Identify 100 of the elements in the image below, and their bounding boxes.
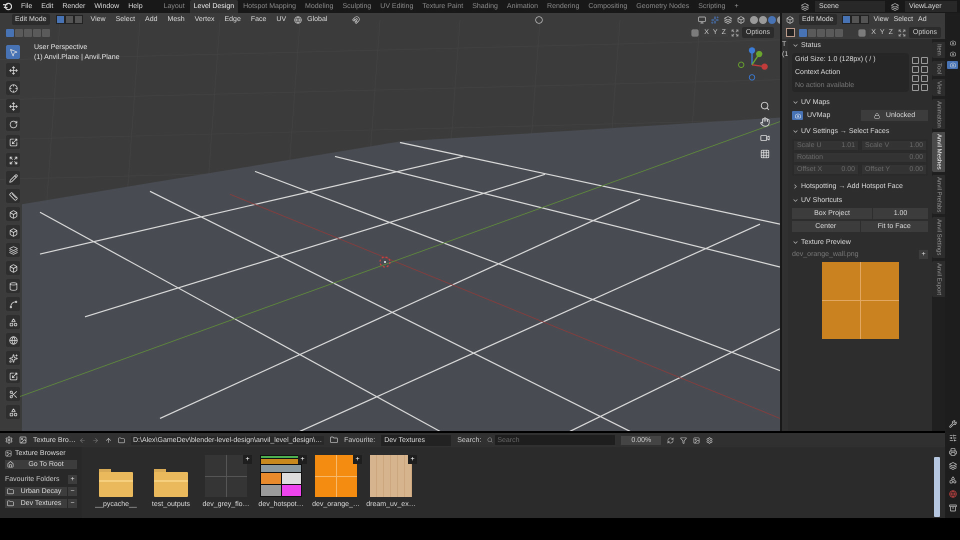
overlay-icon[interactable]	[724, 16, 732, 24]
3d-cursor-icon[interactable]	[379, 256, 391, 268]
globe-icon[interactable]	[948, 490, 956, 498]
chevron-down-icon[interactable]	[792, 42, 799, 49]
tool-button[interactable]	[6, 333, 20, 347]
view-layer-icon[interactable]	[891, 2, 899, 10]
image-icon	[5, 450, 12, 458]
auto-merge-icon[interactable]	[898, 28, 906, 36]
tool-button[interactable]	[786, 28, 795, 37]
snap-icon[interactable]	[352, 16, 360, 24]
refresh-icon[interactable]	[667, 436, 674, 444]
transform-icon	[8, 156, 18, 164]
grid-icon[interactable]	[760, 149, 770, 159]
select-mode-toggle[interactable]	[56, 15, 65, 24]
tool-button[interactable]	[6, 261, 20, 275]
box-select-mode-toggle[interactable]	[817, 28, 825, 36]
shading-mode-toggle[interactable]	[759, 16, 768, 24]
pencil-icon	[8, 174, 18, 182]
layers-icon[interactable]	[948, 462, 956, 470]
tool-button[interactable]	[6, 243, 20, 257]
box-select-mode-toggle[interactable]	[808, 28, 816, 36]
tool-button[interactable]	[6, 369, 20, 383]
cube-icon	[8, 210, 18, 218]
tool-button[interactable]	[6, 153, 20, 167]
lock-icon	[874, 112, 880, 118]
settings-icon[interactable]	[5, 436, 13, 444]
chevron-down-icon[interactable]	[792, 197, 799, 204]
rotate-icon	[8, 120, 18, 128]
chevron-down-icon[interactable]	[792, 239, 799, 246]
move-icon	[8, 102, 18, 110]
sphere-icon	[8, 336, 18, 344]
archive-icon[interactable]	[948, 504, 956, 512]
scene-icon[interactable]	[801, 2, 809, 10]
zoom-icon[interactable]	[760, 101, 770, 111]
sliders-icon[interactable]	[948, 434, 956, 442]
image-icon[interactable]	[693, 436, 700, 444]
properties-tab[interactable]	[947, 61, 958, 69]
editor-type-icon[interactable]	[786, 16, 794, 24]
search-icon	[487, 437, 494, 444]
shapes-icon[interactable]	[948, 476, 956, 484]
box-select-mode-toggle[interactable]	[42, 28, 50, 36]
tool-button[interactable]	[6, 63, 20, 77]
folder-icon	[7, 488, 14, 496]
camera-icon[interactable]	[760, 133, 770, 143]
mirror-icon[interactable]	[858, 28, 866, 36]
box-select-mode-toggle[interactable]	[24, 28, 32, 36]
tool-button[interactable]	[6, 279, 20, 293]
tool-button[interactable]	[6, 45, 20, 59]
properties-tab[interactable]	[947, 39, 958, 47]
folder-icon[interactable]	[330, 436, 338, 444]
wall-texture-thumbnail	[315, 455, 357, 498]
tool-button[interactable]	[6, 135, 20, 149]
box-select-mode-toggle[interactable]	[15, 28, 23, 36]
orientation-icon[interactable]	[294, 16, 302, 24]
folder-icon	[7, 500, 14, 508]
chevron-down-icon[interactable]	[792, 99, 799, 106]
box-select-mode-toggle[interactable]	[826, 28, 834, 36]
tool-button[interactable]	[6, 207, 20, 221]
scrollbar[interactable]	[934, 457, 940, 518]
tool-button[interactable]	[6, 405, 20, 419]
tool-button[interactable]	[6, 189, 20, 203]
settings-icon[interactable]	[706, 436, 714, 444]
tool-button[interactable]	[6, 171, 20, 185]
shading-mode-toggle[interactable]	[750, 16, 758, 24]
hand-icon[interactable]	[760, 117, 770, 127]
tool-button[interactable]	[6, 225, 20, 239]
box-select-mode-toggle[interactable]	[33, 28, 41, 36]
cylinder-icon	[8, 282, 18, 290]
ruler-icon	[8, 192, 18, 200]
uv-map-icon[interactable]	[792, 111, 803, 120]
shapes-icon	[8, 408, 18, 416]
app-logo-icon[interactable]	[3, 2, 12, 11]
box-select-mode-toggle[interactable]	[835, 28, 843, 36]
auto-merge-icon[interactable]	[730, 28, 739, 36]
forward-icon[interactable]	[92, 436, 99, 444]
select-mode-toggle[interactable]	[842, 15, 851, 24]
box-select-mode-toggle[interactable]	[799, 28, 807, 36]
image-icon[interactable]	[19, 436, 27, 444]
shading-mode-toggle[interactable]	[768, 16, 776, 24]
back-icon[interactable]	[79, 436, 86, 444]
tool-button[interactable]	[6, 297, 20, 311]
filter-icon[interactable]	[680, 436, 688, 444]
printer-icon[interactable]	[948, 448, 956, 456]
tool-button[interactable]	[6, 99, 20, 113]
parent-folder-icon[interactable]	[105, 436, 112, 444]
wood-texture-thumbnail	[370, 455, 412, 498]
tool-button[interactable]	[6, 351, 20, 365]
sparkle-icon	[8, 354, 18, 362]
tool-button[interactable]	[6, 315, 20, 329]
knife-icon	[8, 390, 18, 398]
tool-button[interactable]	[6, 117, 20, 131]
properties-tab[interactable]	[947, 50, 958, 58]
chevron-right-icon[interactable]	[792, 183, 799, 190]
tool-button[interactable]	[6, 387, 20, 401]
spline-icon	[8, 300, 18, 308]
tool-button[interactable]	[6, 81, 20, 95]
select-cursor-icon	[8, 48, 18, 56]
tool-icon[interactable]	[948, 420, 956, 428]
mirror-icon[interactable]	[691, 28, 700, 36]
box-select-mode-toggle[interactable]	[6, 28, 14, 36]
